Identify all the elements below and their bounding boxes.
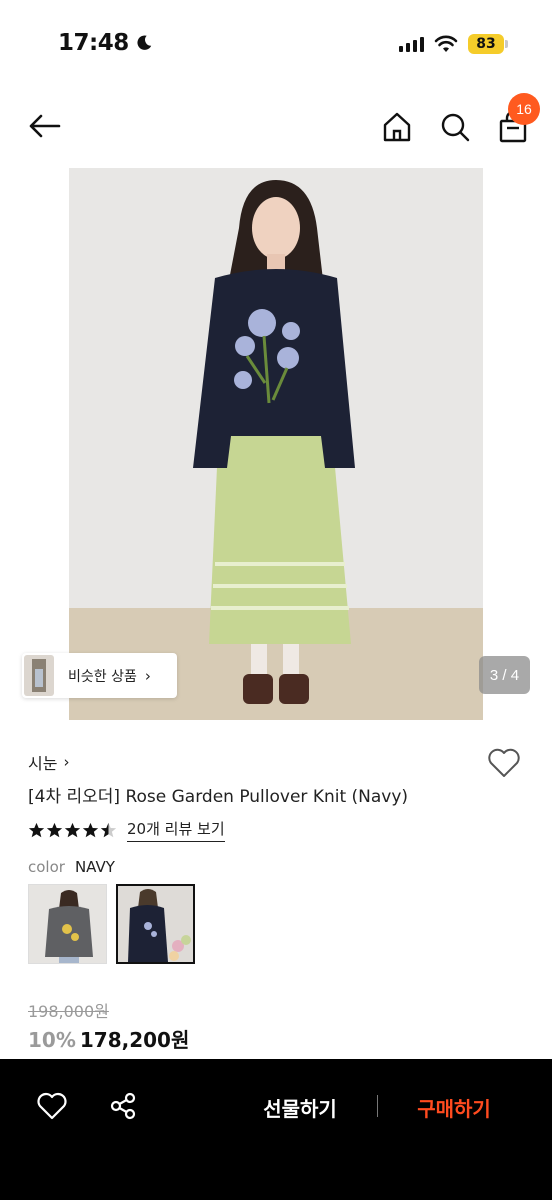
battery-level: 83 [476, 36, 496, 52]
chevron-right-icon: › [144, 666, 151, 685]
back-arrow-icon [29, 114, 61, 138]
back-button[interactable] [24, 108, 64, 144]
brand-link[interactable]: 시눈 › [28, 750, 69, 774]
price-row: 10% 178,200원 [28, 1024, 189, 1053]
half-star-icon [100, 822, 117, 837]
rating-row: 20개 리뷰 보기 [28, 818, 225, 842]
product-title: [4차 리오더] Rose Garden Pullover Knit (Navy… [28, 787, 409, 807]
star-icon [82, 822, 99, 837]
image-page-indicator: 3 / 4 [479, 656, 530, 694]
star-icon [46, 822, 63, 837]
moon-icon [137, 35, 151, 50]
share-icon [110, 1092, 136, 1120]
color-value: NAVY [74, 858, 115, 876]
product-photo [69, 168, 483, 720]
discount-rate: 10% [28, 1028, 76, 1052]
status-icons: 83 [399, 34, 508, 54]
bottom-wishlist-button[interactable] [36, 1091, 68, 1121]
color-swatch-option[interactable] [28, 884, 107, 964]
bottom-action-bar: 선물하기 구매하기 [0, 1059, 552, 1200]
home-icon [383, 112, 411, 142]
rating-stars [28, 822, 117, 839]
share-button[interactable] [108, 1091, 138, 1121]
wifi-icon [434, 35, 458, 52]
search-icon [441, 113, 470, 142]
top-nav [0, 96, 552, 156]
color-swatch-selected[interactable] [116, 884, 195, 964]
swatch-navy-image [118, 886, 193, 962]
original-price: 198,000원 [28, 1002, 109, 1021]
page-indicator-text: 3 / 4 [489, 666, 520, 684]
color-label: color [28, 858, 65, 876]
divider [377, 1095, 378, 1117]
gift-button[interactable]: 선물하기 [240, 1089, 360, 1125]
heart-icon [488, 748, 520, 777]
review-link[interactable]: 20개 리뷰 보기 [127, 818, 225, 842]
cart-count: 16 [516, 101, 532, 117]
product-image[interactable] [69, 168, 483, 720]
search-button[interactable] [436, 108, 474, 146]
cart-count-badge: 16 [508, 93, 540, 125]
color-option-row: color NAVY [28, 858, 115, 876]
buy-button[interactable]: 구매하기 [394, 1089, 514, 1125]
similar-thumb-image [24, 655, 54, 696]
similar-thumbnail [24, 655, 54, 696]
home-button[interactable] [378, 108, 416, 146]
similar-products-label: 비슷한 상품 [68, 668, 137, 685]
chevron-right-icon: › [63, 753, 70, 771]
swatch-gray-image [29, 885, 106, 963]
sale-price: 178,200원 [79, 1028, 190, 1052]
status-bar: 17:48 83 [0, 0, 552, 90]
wishlist-button[interactable] [486, 746, 522, 780]
similar-products-button[interactable]: 비슷한 상품 › [22, 653, 177, 698]
brand-name: 시눈 [28, 754, 58, 773]
status-time: 17:48 [58, 30, 153, 56]
status-time-text: 17:48 [58, 30, 129, 56]
star-icon [64, 822, 81, 837]
signal-icon [399, 36, 424, 52]
heart-icon [37, 1092, 67, 1120]
star-icon [28, 822, 45, 837]
battery-icon: 83 [468, 34, 508, 54]
